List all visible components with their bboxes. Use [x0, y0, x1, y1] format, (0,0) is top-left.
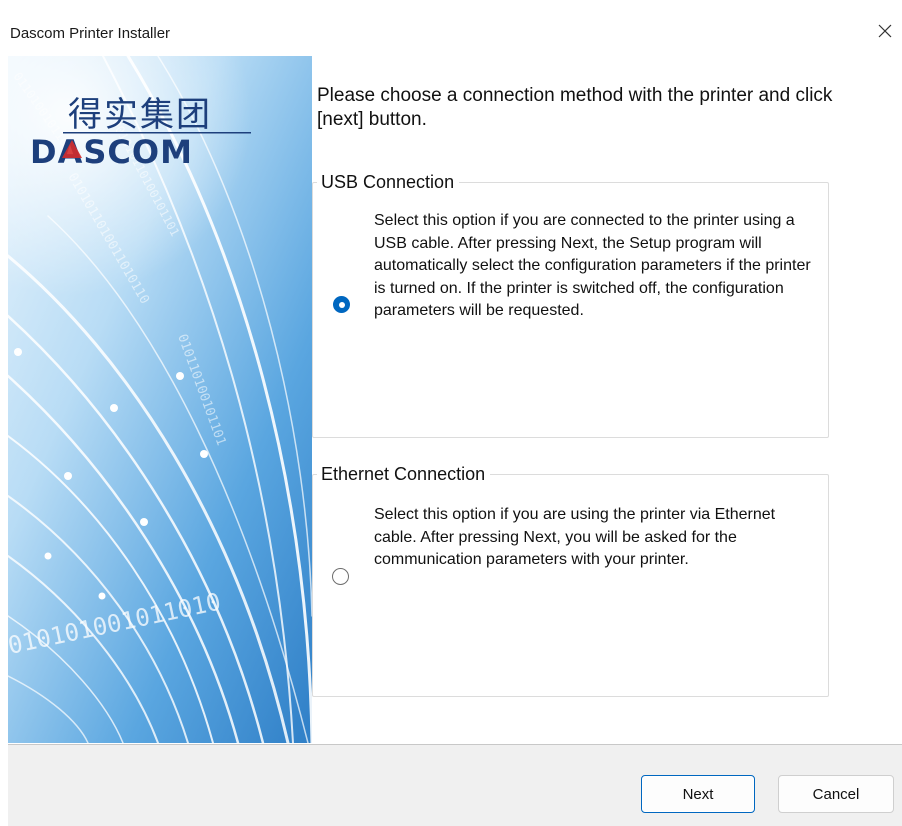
installer-window: Dascom Printer Installer 010101101001101…: [0, 0, 902, 826]
close-button[interactable]: [868, 16, 902, 50]
next-button[interactable]: Next: [641, 775, 755, 813]
ethernet-connection-description: Select this option if you are using the …: [374, 506, 776, 568]
usb-connection-legend: USB Connection: [317, 170, 460, 194]
window-title: Dascom Printer Installer: [10, 25, 171, 42]
cancel-button[interactable]: Cancel: [778, 775, 894, 813]
usb-connection-group: USB Connection Select this option if you…: [312, 170, 829, 438]
side-banner: 0101011010011010110 1001010110100101101 …: [8, 56, 312, 743]
content-panel: Please choose a connection method with t…: [312, 56, 902, 746]
usb-connection-description: Select this option if you are connected …: [374, 212, 811, 319]
ethernet-connection-radio[interactable]: [332, 568, 349, 585]
logo-text: DASCOM: [30, 133, 193, 171]
button-bar: Next Cancel: [8, 744, 902, 826]
instruction-text: Please choose a connection method with t…: [317, 85, 833, 130]
ethernet-connection-legend: Ethernet Connection: [317, 462, 491, 486]
close-icon: [878, 24, 892, 43]
ethernet-connection-group: Ethernet Connection Select this option i…: [312, 462, 829, 697]
title-bar: Dascom Printer Installer: [0, 0, 902, 44]
logo-chinese: 得实集团: [68, 95, 212, 135]
usb-connection-radio[interactable]: [333, 296, 350, 313]
